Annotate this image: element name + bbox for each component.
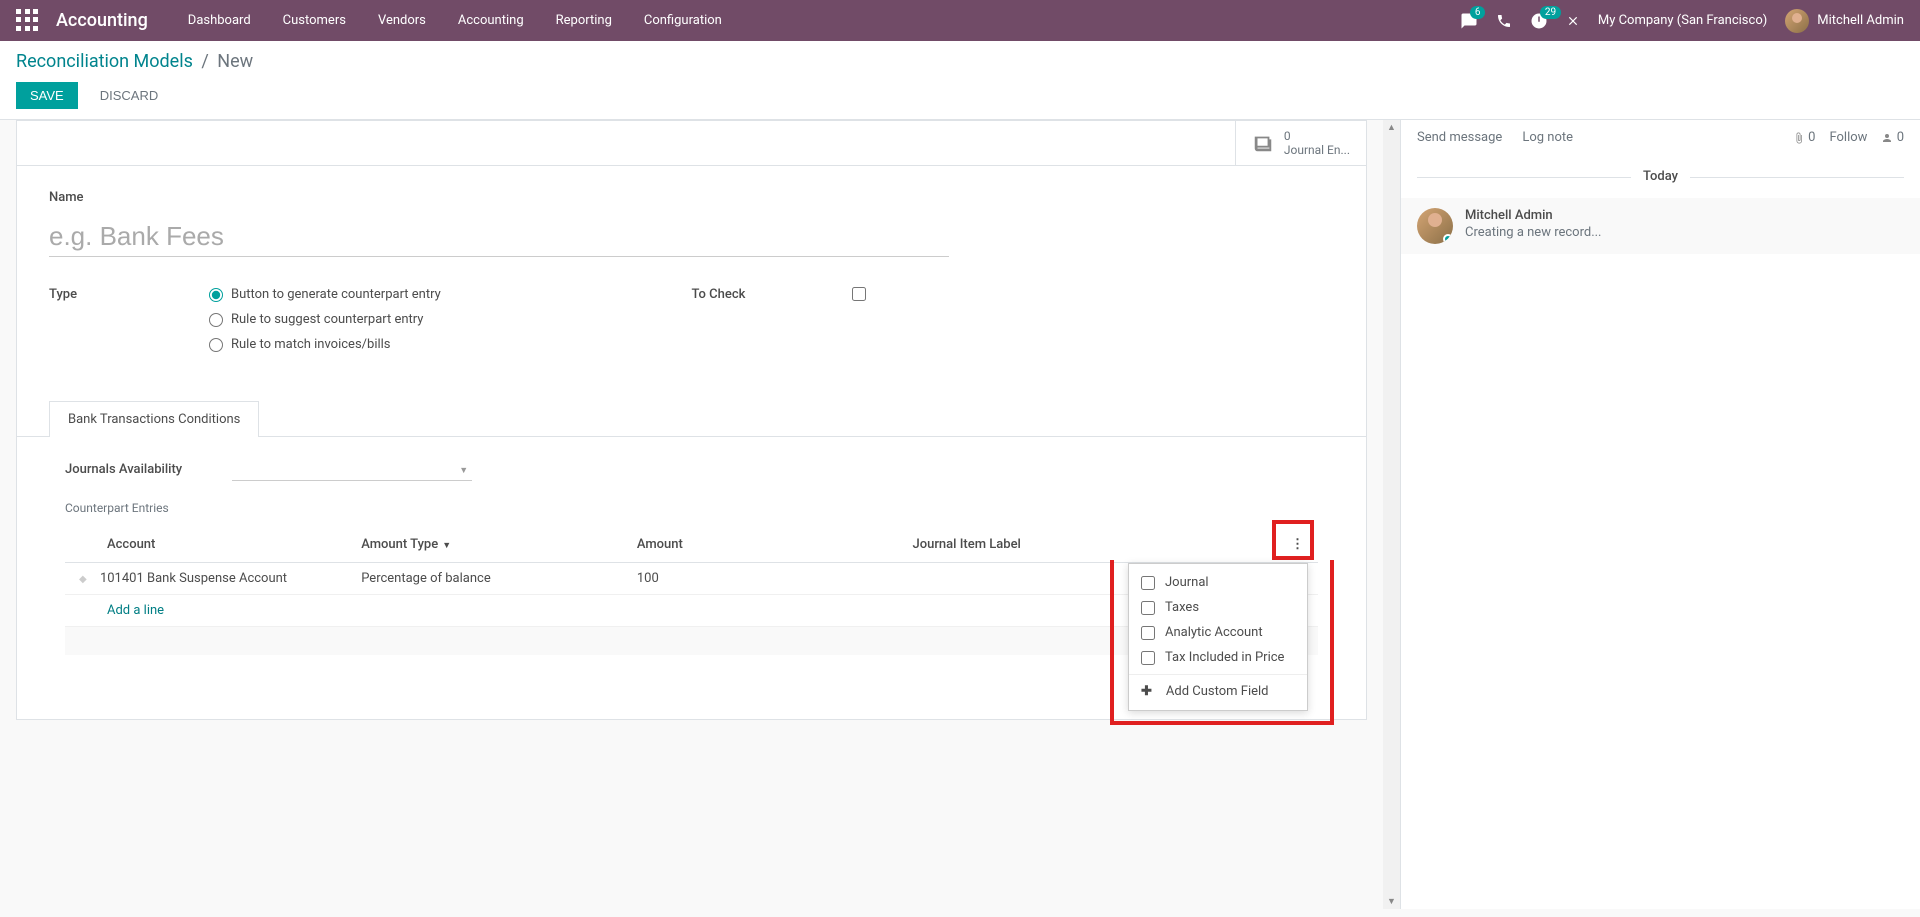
- menu-reporting[interactable]: Reporting: [540, 1, 628, 40]
- main-menu: Dashboard Customers Vendors Accounting R…: [172, 1, 1460, 40]
- vertical-scrollbar[interactable]: [1383, 120, 1400, 909]
- type-option-match[interactable]: Rule to match invoices/bills: [209, 337, 441, 352]
- dropdown-item-journal[interactable]: Journal: [1129, 570, 1307, 595]
- control-buttons: Save Discard: [16, 82, 1904, 109]
- navbar-right: 6 29 My Company (San Francisco) Mitchell…: [1460, 9, 1904, 33]
- th-column-menu: ⋮: [1205, 527, 1318, 563]
- type-label: Type: [49, 287, 209, 348]
- chk-tax-incl[interactable]: [1141, 651, 1155, 665]
- journal-entries-stat-button[interactable]: 0 Journal En...: [1235, 121, 1366, 165]
- dropdown-item-add-custom[interactable]: ✚ Add Custom Field: [1129, 679, 1307, 704]
- send-message-link[interactable]: Send message: [1417, 130, 1502, 145]
- journals-availability-label: Journals Availability: [65, 462, 182, 477]
- tab-header: Bank Transactions Conditions: [17, 400, 1366, 437]
- tab-bank-transactions[interactable]: Bank Transactions Conditions: [49, 401, 259, 437]
- tabs: Bank Transactions Conditions Journals Av…: [49, 400, 1334, 655]
- message-text: Creating a new record...: [1465, 225, 1602, 240]
- th-amount-type[interactable]: Amount Type▼: [353, 527, 629, 563]
- activities-badge: 29: [1540, 6, 1561, 19]
- messages-icon[interactable]: 6: [1460, 12, 1478, 30]
- message-avatar-icon: [1417, 208, 1453, 244]
- th-amount[interactable]: Amount: [629, 527, 905, 563]
- type-option-suggest[interactable]: Rule to suggest counterpart entry: [209, 312, 441, 327]
- stat-count: 0: [1284, 129, 1350, 143]
- breadcrumb-current: New: [217, 51, 253, 72]
- column-options-dropdown: Journal Taxes Analytic Account: [1128, 563, 1308, 711]
- save-button[interactable]: Save: [16, 82, 78, 109]
- name-label: Name: [49, 190, 1334, 205]
- user-menu[interactable]: Mitchell Admin: [1785, 9, 1904, 33]
- type-radio-button[interactable]: [209, 288, 223, 302]
- menu-customers[interactable]: Customers: [267, 1, 362, 40]
- breadcrumb: Reconciliation Models / New: [16, 51, 1904, 72]
- button-box: 0 Journal En...: [17, 121, 1366, 166]
- form-sheet: 0 Journal En... Name Type Button to gene…: [16, 120, 1367, 720]
- counterpart-entries-label: Counterpart Entries: [65, 501, 1318, 515]
- cell-amount: 100: [629, 563, 905, 595]
- type-radio-suggest[interactable]: [209, 313, 223, 327]
- follow-button[interactable]: Follow: [1829, 130, 1867, 145]
- form-content: Name Type Button to generate counterpart…: [17, 166, 1366, 376]
- type-radio-group: Button to generate counterpart entry Rul…: [209, 287, 441, 352]
- chk-taxes[interactable]: [1141, 601, 1155, 615]
- breadcrumb-parent[interactable]: Reconciliation Models: [16, 51, 193, 72]
- phone-icon[interactable]: [1496, 13, 1512, 29]
- control-panel: Reconciliation Models / New Save Discard: [0, 41, 1920, 120]
- user-name: Mitchell Admin: [1817, 13, 1904, 28]
- cell-account: 101401 Bank Suspense Account: [100, 571, 287, 586]
- drag-handle-icon[interactable]: ◆: [79, 574, 87, 585]
- menu-vendors[interactable]: Vendors: [362, 1, 442, 40]
- chatter-panel: Send message Log note 0 Follow 0 Today: [1400, 120, 1920, 909]
- menu-dashboard[interactable]: Dashboard: [172, 1, 267, 40]
- log-note-link[interactable]: Log note: [1522, 130, 1573, 145]
- top-navbar: Accounting Dashboard Customers Vendors A…: [0, 0, 1920, 41]
- dropdown-item-tax-included[interactable]: Tax Included in Price: [1129, 645, 1307, 670]
- user-avatar-icon: [1785, 9, 1809, 33]
- name-input[interactable]: [49, 217, 949, 257]
- activities-icon[interactable]: 29: [1530, 12, 1548, 30]
- online-status-icon: [1443, 234, 1453, 244]
- menu-configuration[interactable]: Configuration: [628, 1, 738, 40]
- attachments-button[interactable]: 0: [1793, 130, 1816, 145]
- th-account[interactable]: Account: [65, 527, 353, 563]
- apps-icon[interactable]: [16, 9, 40, 33]
- add-a-line-link[interactable]: Add a line: [107, 603, 164, 618]
- chk-journal[interactable]: [1141, 576, 1155, 590]
- cell-amount-type: Percentage of balance: [353, 563, 629, 595]
- today-divider: Today: [1417, 169, 1904, 184]
- followers-button[interactable]: 0: [1881, 130, 1904, 145]
- form-area: 0 Journal En... Name Type Button to gene…: [0, 120, 1383, 909]
- th-journal-item-label[interactable]: Journal Item Label: [905, 527, 1206, 563]
- to-check-checkbox[interactable]: [852, 287, 866, 301]
- type-radio-match[interactable]: [209, 338, 223, 352]
- chatter-topbar: Send message Log note 0 Follow 0: [1401, 120, 1920, 155]
- app-name[interactable]: Accounting: [56, 10, 148, 31]
- type-option-button[interactable]: Button to generate counterpart entry: [209, 287, 441, 302]
- dropdown-item-analytic[interactable]: Analytic Account: [1129, 620, 1307, 645]
- chatter-message: Mitchell Admin Creating a new record...: [1401, 198, 1920, 254]
- message-author[interactable]: Mitchell Admin: [1465, 208, 1602, 223]
- dropdown-item-taxes[interactable]: Taxes: [1129, 595, 1307, 620]
- tab-content: Journals Availability Counterpart Entrie…: [49, 437, 1334, 655]
- discard-button[interactable]: Discard: [86, 82, 173, 109]
- menu-accounting[interactable]: Accounting: [442, 1, 540, 40]
- counterpart-table-wrap: Account Amount Type▼ Amount Journal Item…: [65, 527, 1318, 655]
- chk-analytic[interactable]: [1141, 626, 1155, 640]
- company-selector[interactable]: My Company (San Francisco): [1598, 13, 1767, 28]
- column-menu-kebab-icon[interactable]: ⋮: [1291, 537, 1304, 552]
- sort-caret-icon: ▼: [442, 541, 451, 551]
- to-check-label: To Check: [692, 287, 852, 348]
- messages-badge: 6: [1470, 6, 1486, 19]
- plus-icon: ✚: [1141, 684, 1152, 699]
- book-icon: [1252, 132, 1274, 154]
- debug-icon[interactable]: [1566, 14, 1580, 28]
- main-container: 0 Journal En... Name Type Button to gene…: [0, 120, 1920, 909]
- stat-label: Journal En...: [1284, 143, 1350, 157]
- journals-availability-select[interactable]: [232, 461, 472, 481]
